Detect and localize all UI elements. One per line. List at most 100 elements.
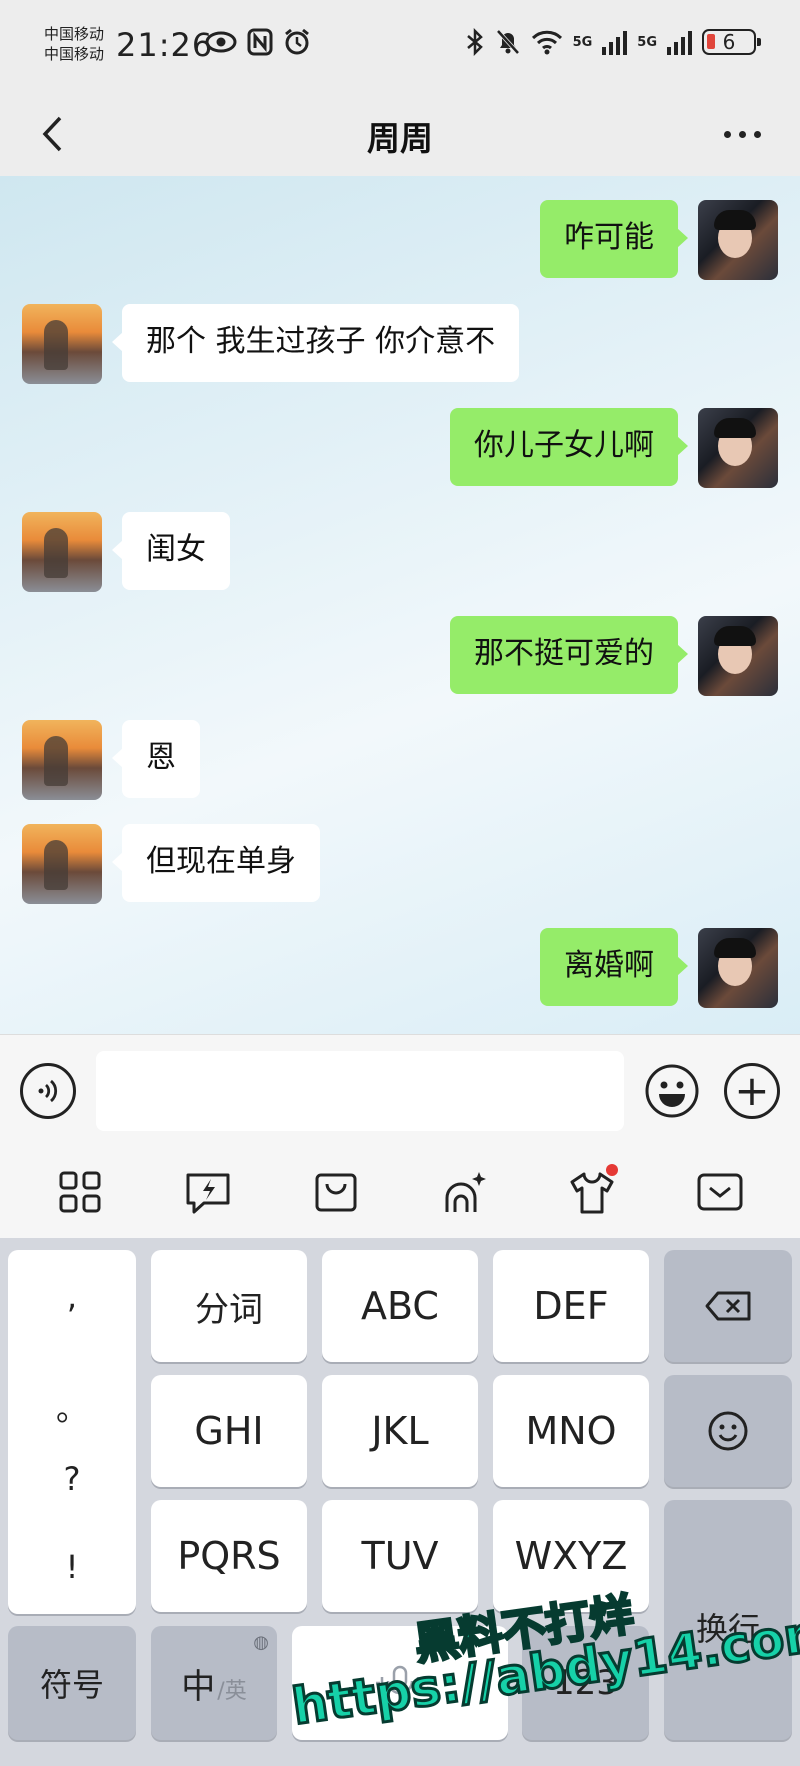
contact-avatar[interactable] xyxy=(22,304,102,384)
chat-title: 周周 xyxy=(367,119,433,158)
my-avatar[interactable] xyxy=(698,616,778,696)
lang-switch-key[interactable]: 中/英 ◍ xyxy=(151,1626,277,1740)
enter-key[interactable]: 换行 xyxy=(664,1500,792,1740)
key-ghi[interactable]: GHI xyxy=(151,1375,307,1487)
emoji-key[interactable] xyxy=(664,1375,792,1487)
key-jkl[interactable]: JKL xyxy=(322,1375,478,1487)
more-dot xyxy=(723,130,731,138)
clipboard-button[interactable] xyxy=(308,1164,364,1220)
message-sent: 离婚啊 xyxy=(540,928,778,1008)
skin-button[interactable] xyxy=(564,1164,620,1220)
grid-icon xyxy=(59,1171,101,1213)
signal-2-icon xyxy=(667,29,692,55)
key-fenci[interactable]: 分词 xyxy=(151,1250,307,1362)
message-bubble[interactable]: 那不挺可爱的 xyxy=(450,616,688,694)
punct-key-period[interactable]: 。 xyxy=(8,1384,136,1430)
my-avatar[interactable] xyxy=(698,408,778,488)
smiley-outline-icon xyxy=(708,1411,748,1451)
globe-icon: ◍ xyxy=(253,1632,269,1653)
message-received: 恩 xyxy=(22,720,200,800)
clock: 21:26 xyxy=(116,26,214,64)
key-pqrs[interactable]: PQRS xyxy=(151,1500,307,1612)
message-bubble[interactable]: 离婚啊 xyxy=(540,928,688,1006)
key-wxyz[interactable]: WXYZ xyxy=(493,1500,649,1612)
chat-message-list[interactable]: 咋可能 那个 我生过孩子 你介意不 你儿子女儿啊 闺女 那不挺可爱的 恩 但现在… xyxy=(0,176,800,1034)
message-bubble[interactable]: 那个 我生过孩子 你介意不 xyxy=(111,304,520,382)
contact-avatar[interactable] xyxy=(22,720,102,800)
bluetooth-icon xyxy=(466,28,483,56)
message-sent: 咋可能 xyxy=(540,200,778,280)
message-input-bar: + xyxy=(0,1034,800,1146)
smiley-icon xyxy=(645,1064,699,1118)
more-functions-button[interactable]: + xyxy=(724,1063,780,1119)
key-def[interactable]: DEF xyxy=(493,1250,649,1362)
signal-1-icon xyxy=(602,29,628,55)
lang-zh-label: 中 xyxy=(181,1666,216,1707)
status-bar: 中国移动 中国移动 21:26 5G 5G 6 xyxy=(0,0,800,92)
message-bubble[interactable]: 咋可能 xyxy=(540,200,688,278)
carrier-labels: 中国移动 中国移动 xyxy=(44,24,104,64)
clipboard-icon xyxy=(315,1173,357,1212)
collapse-keyboard-icon xyxy=(697,1173,743,1211)
t9-keyboard: , 。 ? ! 分词 ABC DEF GHI JKL MNO PQRS TUV … xyxy=(0,1238,800,1766)
wifi-icon xyxy=(531,30,562,55)
backspace-icon xyxy=(705,1291,751,1321)
mute-bell-icon xyxy=(496,29,520,55)
ime-menu-button[interactable] xyxy=(52,1164,108,1220)
space-key[interactable] xyxy=(292,1626,508,1740)
symbols-key[interactable]: 符号 xyxy=(8,1626,136,1740)
nfc-icon xyxy=(247,28,273,56)
message-bubble[interactable]: 你儿子女儿啊 xyxy=(450,408,688,486)
message-received: 那个 我生过孩子 你介意不 xyxy=(22,304,520,384)
message-sent: 那不挺可爱的 xyxy=(450,616,778,696)
voice-wave-icon xyxy=(38,1079,58,1103)
key-mno[interactable]: MNO xyxy=(493,1375,649,1487)
message-bubble[interactable]: 闺女 xyxy=(112,512,230,590)
punct-key-comma[interactable]: , xyxy=(8,1278,136,1316)
ai-assistant-button[interactable] xyxy=(436,1164,492,1220)
microphone-icon xyxy=(376,1665,424,1699)
status-icons-left xyxy=(205,28,311,56)
punct-key-question[interactable]: ? xyxy=(8,1460,136,1498)
ai-avatar-icon xyxy=(445,1172,486,1212)
network-type-2: 5G xyxy=(637,34,657,50)
notification-dot xyxy=(606,1164,618,1176)
skin-tshirt-icon xyxy=(570,1172,614,1214)
my-avatar[interactable] xyxy=(698,200,778,280)
battery-level: 6 xyxy=(722,30,736,54)
punct-key-exclamation[interactable]: ! xyxy=(8,1548,136,1586)
number-key[interactable]: 123 xyxy=(522,1626,649,1740)
backspace-key[interactable] xyxy=(664,1250,792,1362)
eye-icon xyxy=(205,31,237,53)
plus-icon: + xyxy=(734,1066,770,1115)
message-bubble[interactable]: 恩 xyxy=(112,720,200,798)
collapse-keyboard-button[interactable] xyxy=(692,1164,748,1220)
number-key-label: 123 xyxy=(553,1663,618,1703)
my-avatar[interactable] xyxy=(698,928,778,1008)
key-tuv[interactable]: TUV xyxy=(322,1500,478,1612)
more-dot xyxy=(738,130,746,138)
punctuation-column[interactable]: , 。 ? ! xyxy=(8,1250,136,1614)
message-bubble[interactable]: 但现在单身 xyxy=(112,824,320,902)
contact-avatar[interactable] xyxy=(22,824,102,904)
voice-input-button[interactable] xyxy=(20,1063,76,1119)
message-text-input[interactable] xyxy=(96,1051,624,1131)
message-sent: 你儿子女儿啊 xyxy=(450,408,778,488)
network-type-1: 5G xyxy=(572,34,593,50)
battery-icon: 6 xyxy=(702,29,761,55)
quick-reply-button[interactable] xyxy=(180,1164,236,1220)
lang-en-hint: /英 xyxy=(217,1679,247,1704)
key-abc[interactable]: ABC xyxy=(322,1250,478,1362)
alarm-icon xyxy=(285,28,309,55)
more-dot xyxy=(753,130,761,138)
contact-avatar[interactable] xyxy=(22,512,102,592)
carrier-1: 中国移动 xyxy=(44,25,105,43)
message-received: 但现在单身 xyxy=(22,824,320,904)
message-received: 闺女 xyxy=(22,512,230,592)
more-options-button[interactable] xyxy=(712,110,772,158)
ime-toolbar xyxy=(0,1146,800,1238)
status-icons-right: 5G 5G 6 xyxy=(465,28,761,56)
flash-bubble-icon xyxy=(186,1173,230,1214)
emoji-button[interactable] xyxy=(644,1063,700,1119)
carrier-2: 中国移动 xyxy=(44,45,105,63)
